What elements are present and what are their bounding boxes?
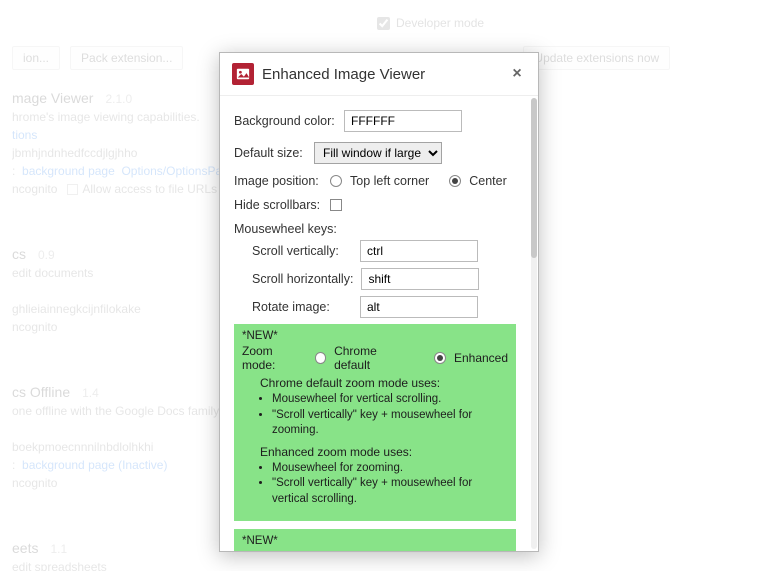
file-urls-label: Allow access to file URLs: [82, 182, 217, 196]
zoom-enhanced-radio[interactable]: [434, 352, 446, 364]
zoom-enhanced-bullet: Mousewheel for zooming.: [272, 461, 508, 477]
zoom-default-heading: Chrome default zoom mode uses:: [242, 376, 508, 390]
file-urls-checkbox[interactable]: [67, 184, 78, 195]
new-context-section: *NEW* Show "View image in same tab" cont…: [234, 529, 516, 551]
ion-button[interactable]: ion...: [12, 46, 60, 70]
options-dialog: Enhanced Image Viewer × Background color…: [219, 52, 539, 552]
zoom-chrome-label: Chrome default: [334, 344, 413, 372]
zoom-mode-label: Zoom mode:: [242, 344, 307, 372]
hide-scrollbars-checkbox[interactable]: [330, 199, 342, 211]
image-position-topleft-radio[interactable]: [330, 175, 342, 187]
extension-description: edit spreadsheets: [12, 560, 756, 571]
new-zoom-section: *NEW* Zoom mode: Chrome default Enhanced…: [234, 324, 516, 521]
scroll-horizontally-input[interactable]: [361, 268, 479, 290]
zoom-default-bullet: "Scroll vertically" key + mousewheel for…: [272, 408, 508, 439]
extension-version: 1.4: [82, 386, 99, 400]
new-tag: *NEW*: [242, 535, 508, 547]
zoom-enhanced-bullet: "Scroll vertically" key + mousewheel for…: [272, 476, 508, 507]
incognito-label: ncognito: [12, 182, 57, 196]
permissions-link[interactable]: tions: [12, 128, 37, 142]
background-page-link[interactable]: background page (Inactive): [22, 458, 167, 472]
default-size-select[interactable]: Fill window if larger: [314, 142, 442, 164]
rotate-image-input[interactable]: [360, 296, 478, 318]
extension-version: 1.1: [50, 542, 67, 556]
scroll-vertically-input[interactable]: [360, 240, 478, 262]
zoom-default-bullet: Mousewheel for vertical scrolling.: [272, 392, 508, 408]
app-icon: [232, 63, 254, 85]
extension-version: 0.9: [38, 248, 55, 262]
extension-name: mage Viewer: [12, 90, 93, 106]
background-page-link[interactable]: background page: [22, 164, 115, 178]
close-icon[interactable]: ×: [508, 65, 526, 83]
mousewheel-keys-label: Mousewheel keys:: [234, 222, 516, 236]
scroll-horizontally-label: Scroll horizontally:: [252, 272, 353, 286]
extension-name: cs: [12, 246, 26, 262]
extension-name: cs Offline: [12, 384, 70, 400]
zoom-enhanced-label: Enhanced: [454, 351, 508, 365]
image-position-topleft-label: Top left corner: [350, 174, 429, 188]
developer-mode-label: Developer mode: [396, 16, 484, 30]
extension-version: 2.1.0: [105, 92, 132, 106]
zoom-chrome-radio[interactable]: [315, 352, 327, 364]
image-position-label: Image position:: [234, 174, 322, 188]
dialog-title: Enhanced Image Viewer: [262, 66, 508, 83]
new-tag: *NEW*: [242, 330, 508, 342]
image-position-center-radio[interactable]: [449, 175, 461, 187]
bgcolor-label: Background color:: [234, 114, 336, 128]
default-size-label: Default size:: [234, 146, 306, 160]
zoom-enhanced-heading: Enhanced zoom mode uses:: [242, 445, 508, 459]
extension-name: eets: [12, 540, 38, 556]
update-extensions-button[interactable]: Update extensions now: [523, 46, 670, 70]
dialog-header: Enhanced Image Viewer ×: [220, 53, 538, 96]
scroll-vertically-label: Scroll vertically:: [252, 244, 352, 258]
developer-mode-checkbox[interactable]: [377, 17, 390, 30]
bgcolor-input[interactable]: [344, 110, 462, 132]
developer-mode-toggle[interactable]: Developer mode: [377, 16, 484, 30]
context-menu-label: Show "View image in same tab" context me…: [242, 549, 489, 551]
image-position-center-label: Center: [469, 174, 507, 188]
pack-extension-button[interactable]: Pack extension...: [70, 46, 183, 70]
scrollbar-thumb[interactable]: [531, 98, 537, 258]
hide-scrollbars-label: Hide scrollbars:: [234, 198, 322, 212]
dialog-body: Background color: Default size: Fill win…: [220, 96, 530, 551]
rotate-image-label: Rotate image:: [252, 300, 352, 314]
